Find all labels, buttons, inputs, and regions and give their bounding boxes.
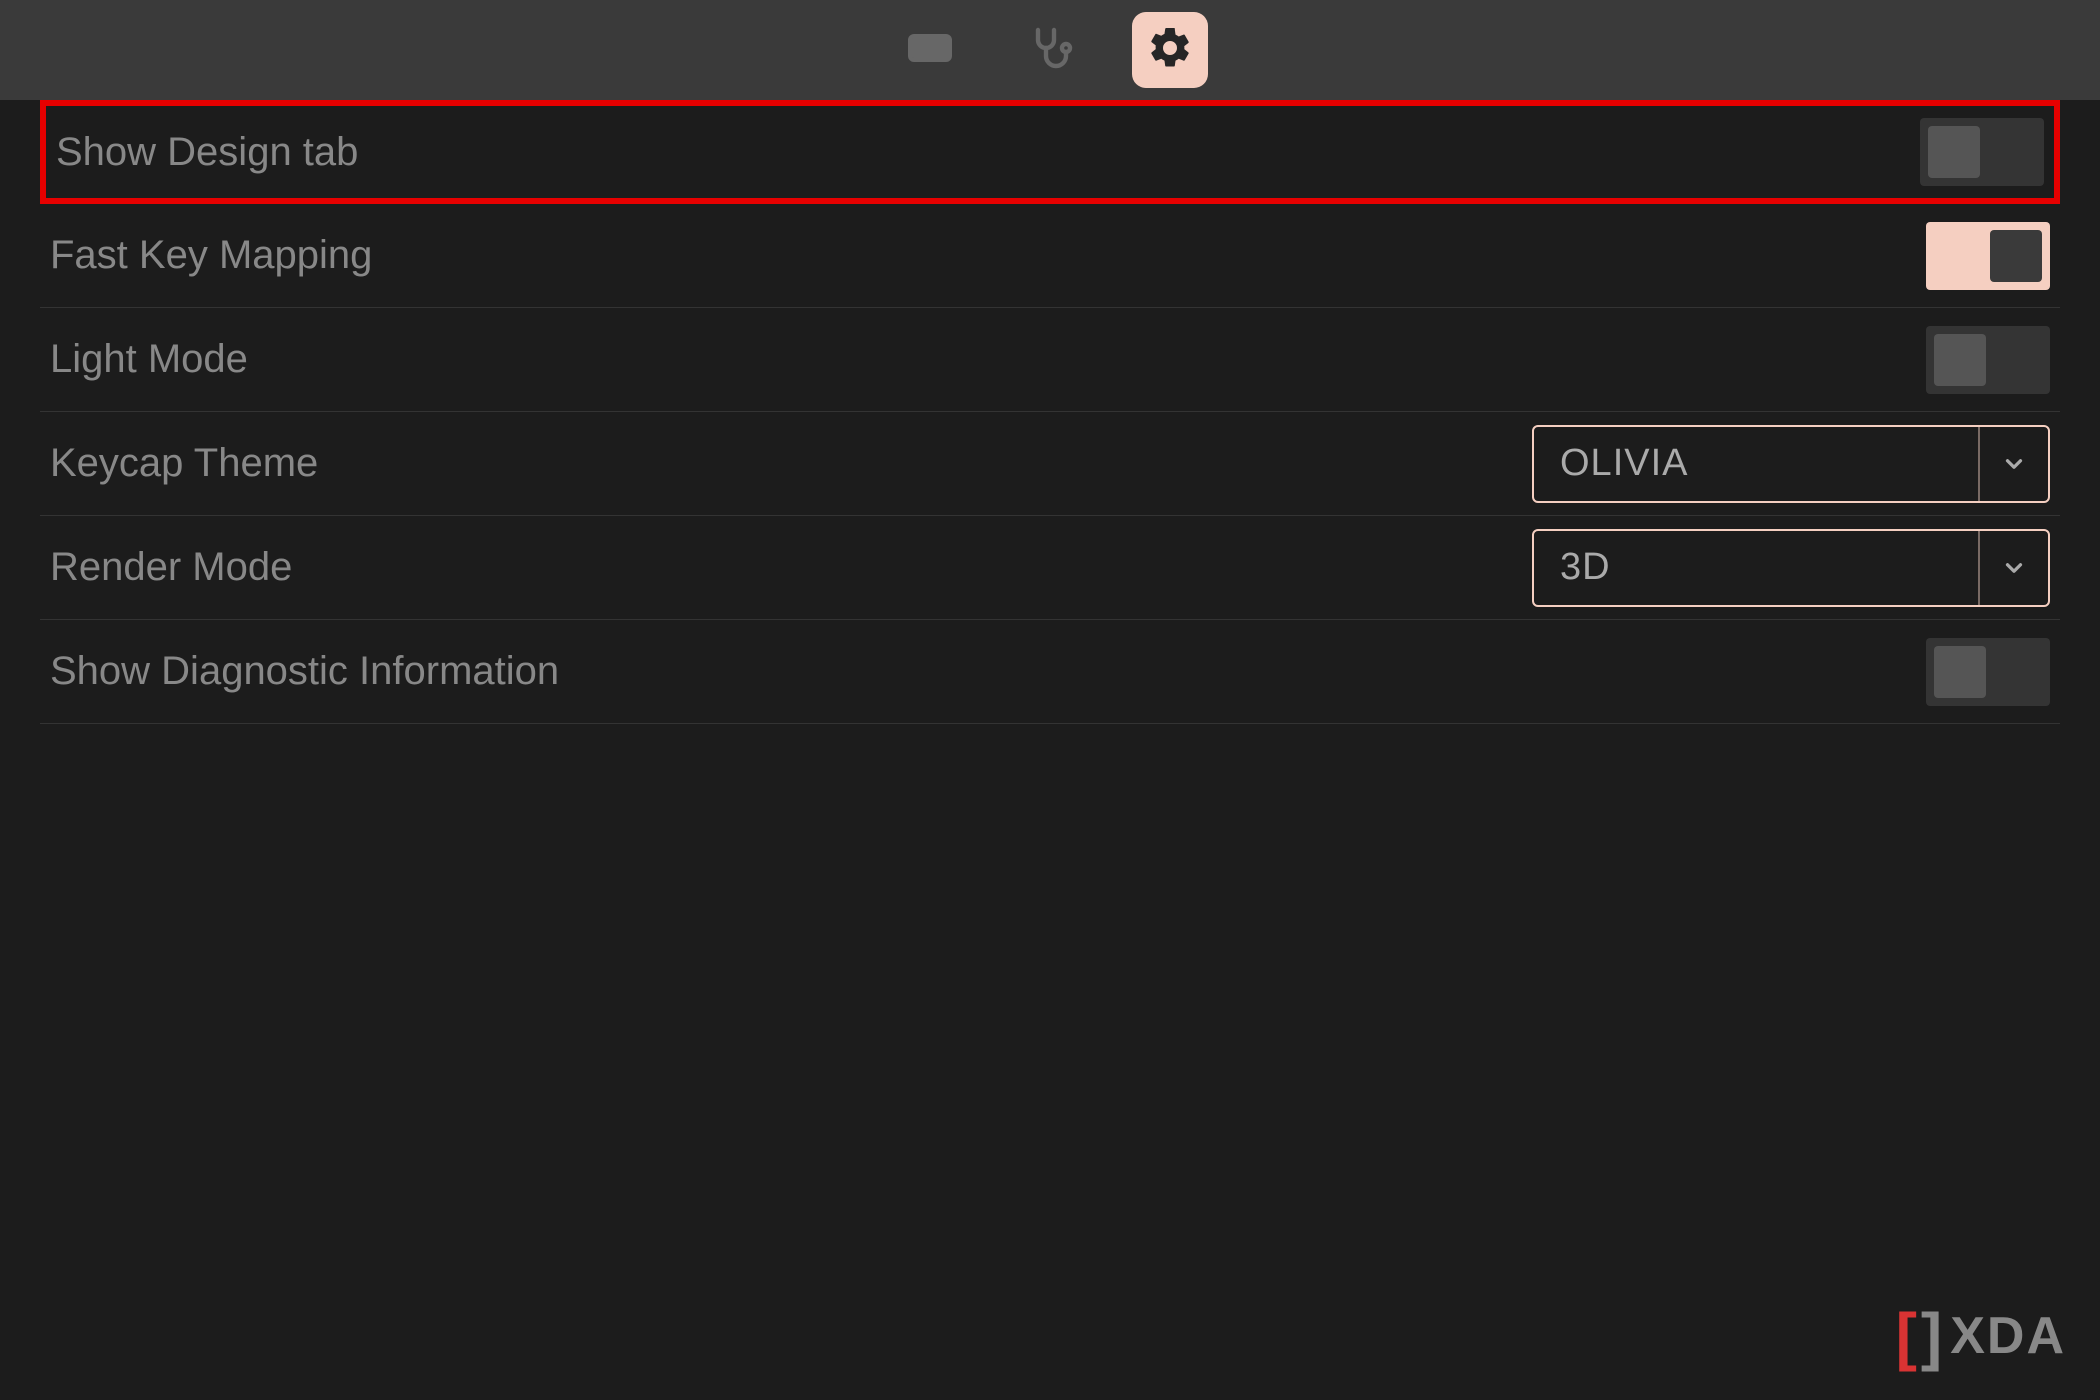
tab-settings[interactable]: [1132, 12, 1208, 88]
watermark-text: XDA: [1950, 1306, 2066, 1366]
toggle-fast-key-mapping[interactable]: [1926, 222, 2050, 290]
setting-show-design-tab: Show Design tab: [40, 100, 2060, 204]
bracket-right-icon: ]: [1921, 1304, 1942, 1368]
setting-label: Show Diagnostic Information: [50, 649, 559, 694]
select-value: OLIVIA: [1534, 442, 1978, 485]
tab-keyboard[interactable]: [892, 12, 968, 88]
bracket-left-icon: [: [1896, 1304, 1917, 1368]
stethoscope-icon: [1026, 24, 1074, 77]
chevron-down-icon: [1978, 427, 2048, 501]
setting-light-mode: Light Mode: [40, 308, 2060, 412]
setting-label: Light Mode: [50, 337, 248, 382]
toggle-knob: [1928, 126, 1980, 178]
toggle-light-mode[interactable]: [1926, 326, 2050, 394]
select-render-mode[interactable]: 3D: [1532, 529, 2050, 607]
toggle-knob: [1934, 646, 1986, 698]
setting-fast-key-mapping: Fast Key Mapping: [40, 204, 2060, 308]
toggle-knob: [1990, 230, 2042, 282]
watermark: [ ] XDA: [1896, 1304, 2066, 1368]
toolbar: [0, 0, 2100, 100]
setting-keycap-theme: Keycap Theme OLIVIA: [40, 412, 2060, 516]
tab-diagnostics[interactable]: [1012, 12, 1088, 88]
setting-show-diagnostic: Show Diagnostic Information: [40, 620, 2060, 724]
select-value: 3D: [1534, 546, 1978, 589]
setting-label: Show Design tab: [56, 130, 358, 175]
chevron-down-icon: [1978, 531, 2048, 605]
gear-icon: [1146, 24, 1194, 77]
setting-label: Fast Key Mapping: [50, 233, 372, 278]
setting-label: Render Mode: [50, 545, 292, 590]
toggle-show-diagnostic[interactable]: [1926, 638, 2050, 706]
setting-render-mode: Render Mode 3D: [40, 516, 2060, 620]
toggle-knob: [1934, 334, 1986, 386]
toggle-show-design-tab[interactable]: [1920, 118, 2044, 186]
settings-panel: Show Design tab Fast Key Mapping Light M…: [0, 100, 2100, 724]
select-keycap-theme[interactable]: OLIVIA: [1532, 425, 2050, 503]
setting-label: Keycap Theme: [50, 441, 318, 486]
keyboard-icon: [906, 24, 954, 77]
